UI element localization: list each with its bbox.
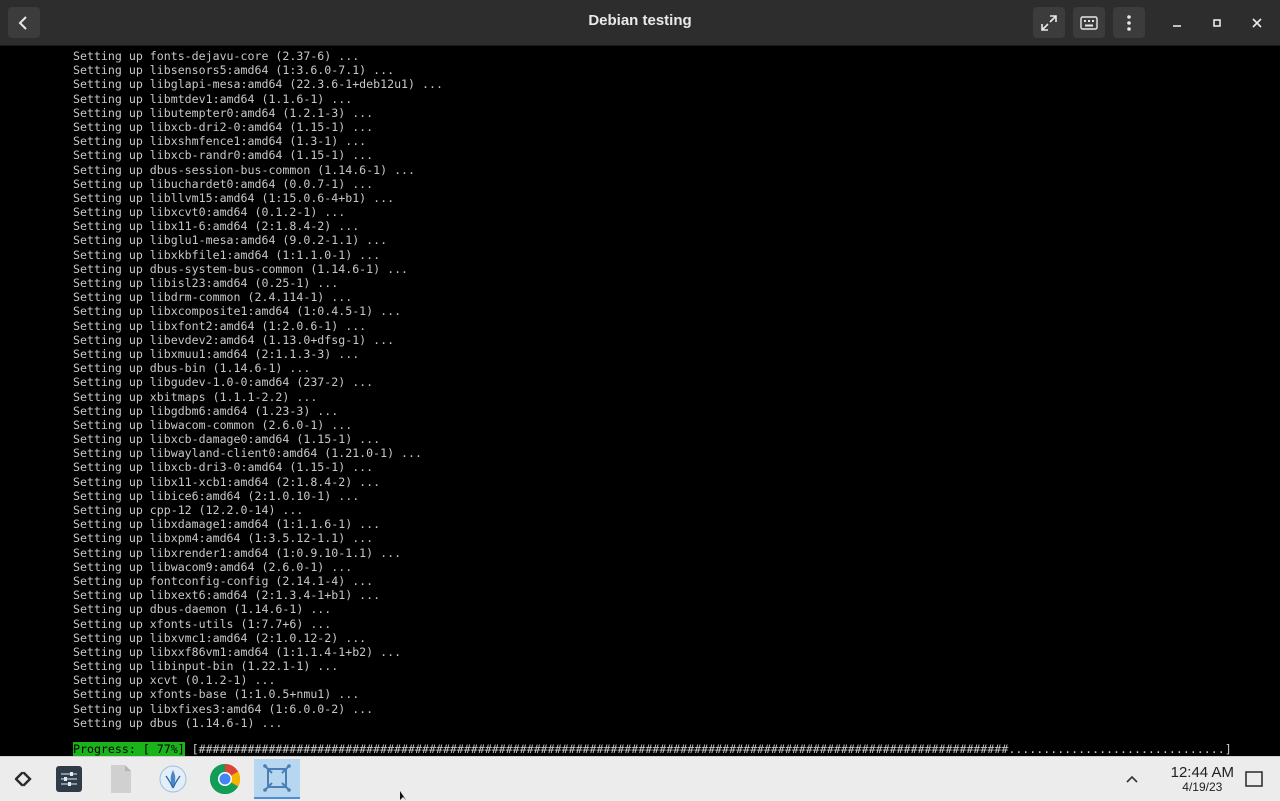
window-titlebar: Debian testing: [0, 0, 1280, 46]
terminal-line: Setting up fontconfig-config (2.14.1-4) …: [73, 573, 374, 588]
terminal-line: Setting up libxxf86vm1:amd64 (1:1.1.4-1+…: [73, 644, 402, 659]
terminal-line: Setting up libwayland-client0:amd64 (1.2…: [73, 446, 423, 461]
app-launcher-button[interactable]: [0, 759, 46, 799]
terminal-line: Setting up libxcomposite1:amd64 (1:0.4.5…: [73, 304, 402, 319]
system-tray-expand-button[interactable]: [1122, 769, 1142, 789]
terminal-line: Setting up libsensors5:amd64 (1:3.6.0-7.…: [73, 63, 395, 78]
terminal-line: Setting up libxcb-dri2-0:amd64 (1.15-1) …: [73, 119, 374, 134]
terminal-line: Setting up libinput-bin (1.22.1-1) ...: [73, 659, 339, 674]
terminal-line: Setting up libwacom9:amd64 (2.6.0-1) ...: [73, 559, 353, 574]
terminal-line: Setting up libxfont2:amd64 (1:2.0.6-1) .…: [73, 318, 367, 333]
terminal-line: Setting up libxrender1:amd64 (1:0.9.10-1…: [73, 545, 402, 560]
terminal-line: Setting up libgudev-1.0-0:amd64 (237-2) …: [73, 375, 374, 390]
back-button[interactable]: [8, 7, 40, 38]
show-desktop-button[interactable]: [1243, 769, 1265, 789]
terminal-lines: Setting up fonts-dejavu-core (2.37-6) ..…: [73, 49, 443, 730]
maximize-button[interactable]: [1201, 7, 1233, 38]
discover-task[interactable]: [150, 759, 196, 799]
kebab-menu-icon: [1127, 14, 1131, 31]
settings-task[interactable]: [46, 759, 92, 799]
terminal-line: Setting up libgdbm6:amd64 (1.23-3) ...: [73, 403, 339, 418]
clock-date: 4/19/23: [1182, 780, 1223, 794]
close-button[interactable]: [1241, 7, 1273, 38]
close-icon: [1252, 17, 1262, 28]
terminal-line: Setting up libevdev2:amd64 (1.13.0+dfsg-…: [73, 332, 395, 347]
terminal-line: Setting up xbitmaps (1.1.1-2.2) ...: [73, 389, 318, 404]
terminal-line: Setting up dbus-system-bus-common (1.14.…: [73, 261, 409, 276]
terminal-line: Setting up libutempter0:amd64 (1.2.1-3) …: [73, 105, 374, 120]
terminal-line: Setting up libx11-xcb1:amd64 (2:1.8.4-2)…: [73, 474, 381, 489]
back-arrow-icon: [18, 15, 27, 30]
terminal-line: Setting up fonts-dejavu-core (2.37-6) ..…: [73, 49, 360, 63]
terminal-line: Setting up libuchardet0:amd64 (0.0.7-1) …: [73, 176, 374, 191]
terminal-line: Setting up cpp-12 (12.2.0-14) ...: [73, 503, 304, 517]
terminal-line: Setting up libxcb-damage0:amd64 (1.15-1)…: [73, 432, 381, 447]
terminal-output[interactable]: Setting up fonts-dejavu-core (2.37-6) ..…: [0, 46, 1280, 756]
desktop-icon: [1245, 771, 1263, 787]
terminal-line: Setting up libxshmfence1:amd64 (1.3-1) .…: [73, 134, 367, 149]
terminal-line: Setting up libglapi-mesa:amd64 (22.3.6-1…: [73, 77, 443, 92]
app-launcher-icon: [14, 771, 32, 787]
apt-progress-bar: Progress: [ 77%] [######################…: [73, 742, 1232, 756]
terminal-line: Setting up dbus-bin (1.14.6-1) ...: [73, 361, 311, 376]
terminal-line: Setting up libmtdev1:amd64 (1.1.6-1) ...: [73, 91, 353, 106]
terminal-line: Setting up libxmuu1:amd64 (2:1.1.3-3) ..…: [73, 346, 360, 361]
chrome-icon: [209, 764, 241, 795]
terminal-window-task[interactable]: [254, 759, 300, 799]
fullscreen-button[interactable]: [1033, 7, 1065, 38]
terminal-line: Setting up libxfixes3:amd64 (1:6.0.0-2) …: [73, 701, 374, 716]
chrome-task[interactable]: [202, 759, 248, 799]
maximize-icon: [1213, 18, 1221, 27]
progress-hash-bar: [#######################################…: [191, 742, 1232, 756]
expand-icon: [1041, 14, 1057, 31]
clock-time: 12:44 AM: [1170, 764, 1234, 781]
settings-icon: [56, 766, 82, 792]
terminal-line: Setting up libxcb-randr0:amd64 (1.15-1) …: [73, 148, 374, 163]
terminal-line: Setting up libllvm15:amd64 (1:15.0.6-4+b…: [73, 190, 395, 205]
keyboard-button[interactable]: [1073, 7, 1105, 38]
terminal-line: Setting up libice6:amd64 (2:1.0.10-1) ..…: [73, 488, 360, 503]
terminal-line: Setting up libwacom-common (2.6.0-1) ...: [73, 417, 353, 432]
terminal-line: Setting up libisl23:amd64 (0.25-1) ...: [73, 276, 339, 290]
terminal-line: Setting up libxpm4:amd64 (1:3.5.12-1.1) …: [73, 531, 374, 546]
terminal-line: Setting up libxvmc1:amd64 (2:1.0.12-2) .…: [73, 630, 367, 645]
terminal-line: Setting up libxkbfile1:amd64 (1:1.1.0-1)…: [73, 247, 381, 262]
terminal-line: Setting up libxcb-dri3-0:amd64 (1.15-1) …: [73, 460, 374, 475]
chevron-up-icon: [1126, 775, 1138, 783]
terminal-line: Setting up dbus (1.14.6-1) ...: [73, 715, 283, 730]
menu-button[interactable]: [1113, 7, 1145, 38]
terminal-line: Setting up libxcvt0:amd64 (0.1.2-1) ...: [73, 205, 346, 220]
progress-label: Progress: [ 77%]: [73, 742, 185, 756]
terminal-line: Setting up xfonts-base (1:1.0.5+nmu1) ..…: [73, 687, 360, 702]
terminal-line: Setting up libxext6:amd64 (2:1.3.4-1+b1)…: [73, 588, 381, 603]
terminal-line: Setting up libglu1-mesa:amd64 (9.0.2-1.1…: [73, 233, 388, 248]
terminal-line: Setting up libx11-6:amd64 (2:1.8.4-2) ..…: [73, 219, 360, 234]
files-icon: [111, 765, 131, 793]
terminal-line: Setting up xfonts-utils (1:7.7+6) ...: [73, 616, 332, 631]
terminal-line: Setting up dbus-daemon (1.14.6-1) ...: [73, 602, 332, 617]
terminal-line: Setting up xcvt (0.1.2-1) ...: [73, 673, 276, 688]
terminal-line: Setting up dbus-session-bus-common (1.14…: [73, 162, 416, 177]
terminal-window-icon: [263, 764, 291, 792]
terminal-line: Setting up libdrm-common (2.4.114-1) ...: [73, 290, 353, 305]
minimize-button[interactable]: [1161, 7, 1193, 38]
taskbar: 12:44 AM 4/19/23: [0, 756, 1280, 801]
mouse-cursor-icon: [400, 791, 406, 800]
minimize-icon: [1173, 24, 1181, 27]
discover-icon: [159, 765, 187, 793]
files-task[interactable]: [98, 759, 144, 799]
terminal-line: Setting up libxdamage1:amd64 (1:1.1.6-1)…: [73, 517, 381, 532]
clock[interactable]: 12:44 AM 4/19/23: [1171, 765, 1234, 794]
keyboard-icon: [1080, 15, 1098, 30]
